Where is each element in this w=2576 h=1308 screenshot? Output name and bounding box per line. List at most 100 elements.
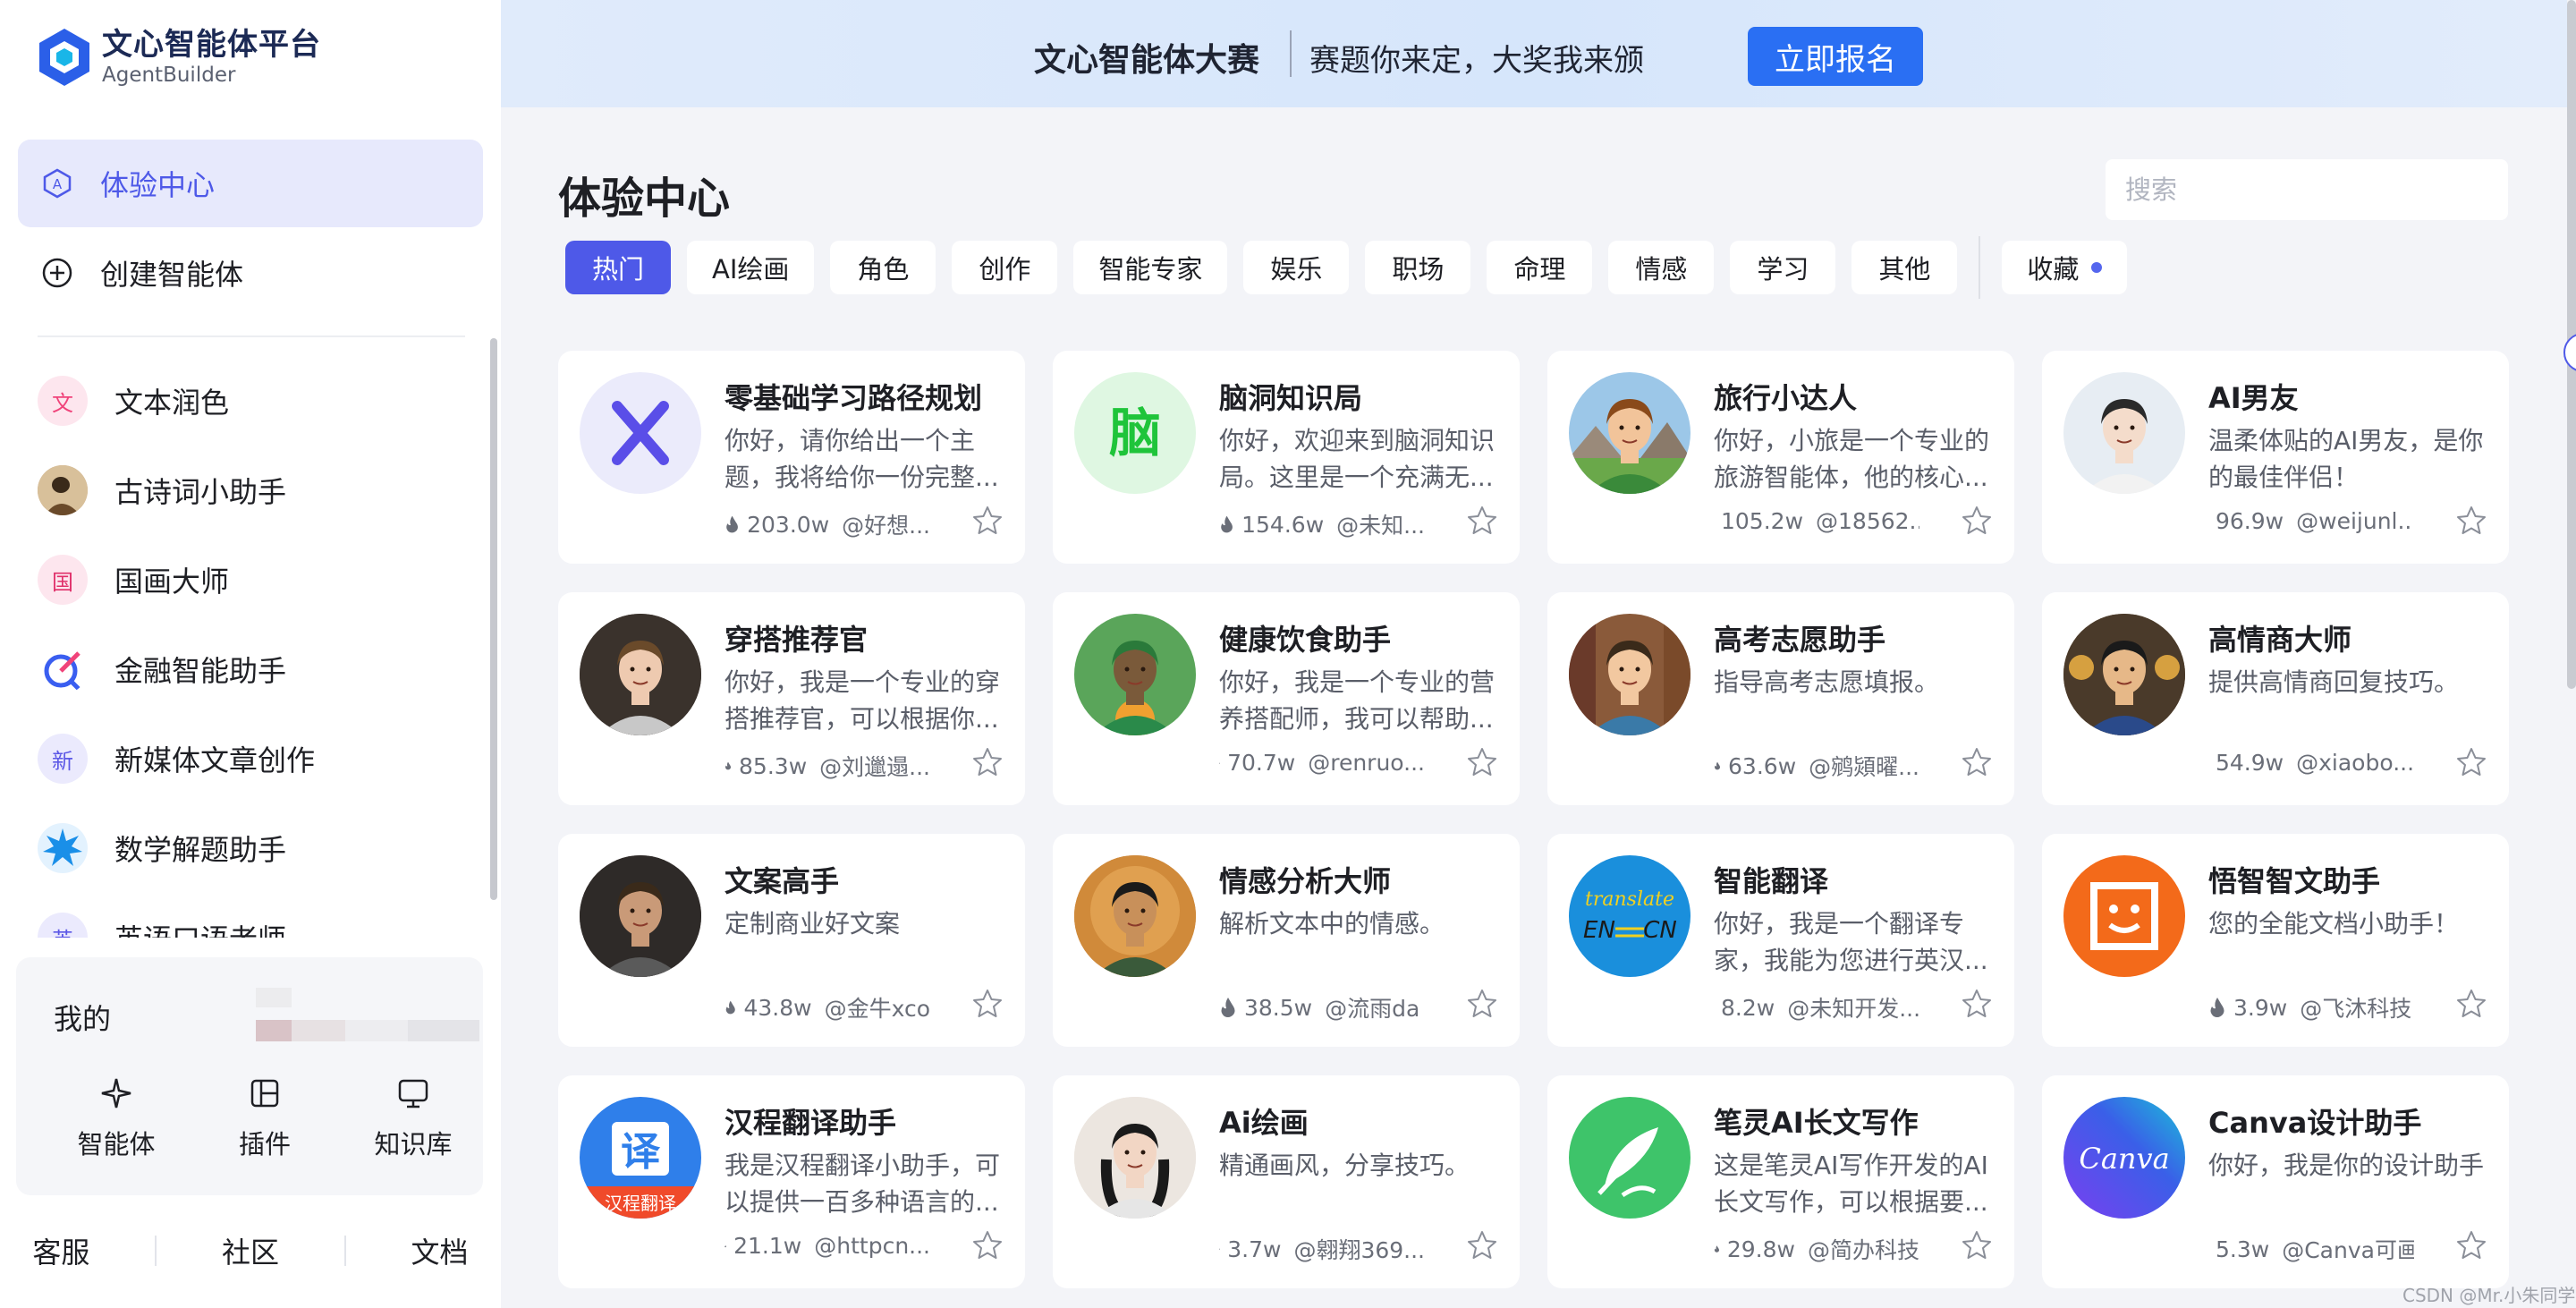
favorite-star-icon[interactable] — [971, 988, 1004, 1020]
agent-meta: 96.9w @weijunl... — [2208, 508, 2414, 534]
favorite-star-icon[interactable] — [2455, 505, 2487, 537]
tab-creation[interactable]: 创作 — [952, 241, 1058, 294]
favorite-star-icon[interactable] — [971, 505, 1004, 537]
agent-author: @流雨da — [1325, 996, 1420, 1022]
agent-meta: 38.5w @流雨da — [1219, 991, 1425, 1023]
svg-text:脑: 脑 — [1109, 403, 1161, 463]
agent-author: @未知开发... — [1787, 996, 1919, 1022]
mine-panel: 我的 智能体 插件 知识库 — [16, 957, 483, 1195]
agent-meta: 29.8w @简办科技 — [1714, 1233, 1919, 1265]
svg-text:汉程翻译: 汉程翻译 — [605, 1193, 676, 1214]
favorite-star-icon[interactable] — [2455, 988, 2487, 1020]
agent-title: AI男友 — [2208, 381, 2299, 415]
recent-agent-item[interactable]: 金融智能助手 — [0, 624, 490, 714]
favorite-star-icon[interactable] — [1466, 1229, 1498, 1261]
recent-agent-item[interactable]: 数学解题助手 — [0, 803, 490, 893]
favorite-star-icon[interactable] — [1961, 988, 1993, 1020]
recent-agent-label: 文本润色 — [114, 386, 230, 420]
promo-banner[interactable]: 文心智能体大赛 赛题你来定，大奖我来颁 立即报名 — [501, 0, 2567, 107]
fire-icon — [1715, 761, 1721, 770]
favorite-star-icon[interactable] — [1466, 988, 1498, 1020]
fire-icon — [726, 515, 738, 533]
footer-link-support[interactable]: 客服 — [32, 1230, 89, 1271]
favorite-star-icon[interactable] — [1466, 746, 1498, 778]
tab-expert[interactable]: 智能专家 — [1073, 241, 1228, 294]
agent-avatar — [1074, 855, 1196, 977]
agent-card[interactable]: 旅行小达人 你好，小旅是一个专业的旅游智能体，他的核心... 105.2w @1856… — [1547, 351, 2014, 564]
agent-card[interactable]: 零基础学习路径规划 你好，请你给出一个主题，我将给你一份完整... 203.0w @好… — [558, 351, 1025, 564]
agent-card[interactable]: 健康饮食助手 你好，我是一个专业的营养搭配师，我可以帮助... 70.7w @renr… — [1053, 592, 1520, 805]
agent-meta: 54.9w @xiaobo... — [2208, 750, 2414, 776]
recent-agent-item[interactable]: 新 新媒体文章创作 — [0, 714, 490, 803]
agent-title: 笔灵AI长文写作 — [1714, 1106, 1919, 1140]
agent-description: 这是笔灵AI写作开发的AI长文写作，可以根据要... — [1714, 1151, 1988, 1217]
favorite-star-icon[interactable] — [1961, 1229, 1993, 1261]
recent-agent-label: 新媒体文章创作 — [114, 743, 316, 777]
agent-meta: 43.8w @金牛xco — [724, 991, 930, 1023]
search-input[interactable] — [2106, 159, 2508, 220]
agent-avatar — [1074, 614, 1196, 735]
mine-tab-knowledge[interactable]: 知识库 — [351, 1075, 476, 1161]
agent-card[interactable]: 脑 脑洞知识局 你好，欢迎来到脑洞知识局。这里是一个充满无... 154.6w @未知.… — [1053, 351, 1520, 564]
recent-agent-item[interactable]: 国 国画大师 — [0, 535, 490, 624]
tab-entertainment[interactable]: 娱乐 — [1243, 241, 1350, 294]
favorite-star-icon[interactable] — [1466, 505, 1498, 537]
recent-agent-item[interactable]: 古诗词小助手 — [0, 446, 490, 535]
tab-hot[interactable]: 热门 — [565, 241, 671, 294]
agent-meta: 70.7w @renruo... — [1219, 750, 1425, 776]
agent-card[interactable]: 悟智智文助手 您的全能文档小助手！ 3.9w @飞沐科技 — [2042, 834, 2509, 1047]
favorite-star-icon[interactable] — [2455, 1229, 2487, 1261]
nav-create-label: 创建智能体 — [100, 258, 244, 292]
tab-favorites[interactable]: 收藏 — [2002, 241, 2128, 294]
agent-card[interactable]: Ai绘画 精通画风，分享技巧。 3.7w @翱翔369... — [1053, 1075, 1520, 1288]
mine-tab-plugins[interactable]: 插件 — [202, 1075, 327, 1161]
agent-card[interactable]: 高情商大师 提供高情商回复技巧。 54.9w @xiaobo... — [2042, 592, 2509, 805]
mine-tab-label: 智能体 — [77, 1129, 156, 1159]
agent-card[interactable]: 穿搭推荐官 你好，我是一个专业的穿搭推荐官，可以根据你... 85.3w @刘邋遢..… — [558, 592, 1025, 805]
fire-icon — [724, 1244, 726, 1247]
agent-card[interactable]: 文案高手 定制商业好文案 43.8w @金牛xco — [558, 834, 1025, 1047]
brand-logo[interactable]: 文心智能体平台 AgentBuilder — [38, 27, 321, 88]
favorite-star-icon[interactable] — [1961, 505, 1993, 537]
tab-emotion[interactable]: 情感 — [1608, 241, 1715, 294]
agent-card[interactable]: 笔灵AI长文写作这是笔灵AI写作开发的AI长文写作，可以根据要... 29.8w @… — [1547, 1075, 2014, 1288]
footer-link-community[interactable]: 社区 — [222, 1230, 279, 1271]
mine-tab-agents[interactable]: 智能体 — [54, 1075, 179, 1161]
cube-logo-icon — [39, 29, 89, 86]
favorite-star-icon[interactable] — [971, 746, 1004, 778]
tab-role[interactable]: 角色 — [830, 241, 936, 294]
nav-create-agent[interactable]: 创建智能体 — [18, 229, 483, 317]
agent-author: @18562... — [1816, 508, 1919, 534]
agent-card[interactable]: Canva Canva设计助手 你好，我是你的设计助手 5.3w @Canva可画 — [2042, 1075, 2509, 1288]
side-drawer-handle[interactable] — [2563, 333, 2576, 372]
agent-card[interactable]: 高考志愿助手 指导高考志愿填报。 63.6w @鹓熲曜... — [1547, 592, 2014, 805]
agent-views: 21.1w — [733, 1233, 802, 1259]
svg-text:A: A — [53, 176, 63, 192]
tab-workplace[interactable]: 职场 — [1365, 241, 1471, 294]
agent-card[interactable]: translate EN CN 智能翻译 你好，我是一个翻译专家，我能为您进行英汉...… — [1547, 834, 2014, 1047]
agent-card[interactable]: 译汉程翻译 汉程翻译助手 我是汉程翻译小助手，可以提供一百多种语言的... 21.1w… — [558, 1075, 1025, 1288]
recent-agent-item[interactable]: 文 文本润色 — [0, 356, 490, 446]
fire-icon — [1219, 1248, 1221, 1250]
tab-other[interactable]: 其他 — [1852, 241, 1958, 294]
english-teacher-icon: 英 — [38, 913, 88, 938]
agent-author: @刘邋遢... — [819, 754, 930, 780]
favorite-star-icon[interactable] — [2455, 746, 2487, 778]
footer-separator — [343, 1236, 346, 1266]
favorite-star-icon[interactable] — [1961, 746, 1993, 778]
agent-card[interactable]: AI男友 温柔体贴的AI男友，是你的最佳伴侣！ 96.9w @weijunl... — [2042, 351, 2509, 564]
recent-agents-list: 文 文本润色 古诗词小助手 国 国画大师 金融智能助手 新 新媒体文章创作 数学… — [0, 356, 490, 938]
recent-agent-item[interactable]: 英 英语口语老师 — [0, 893, 490, 938]
footer-link-docs[interactable]: 文档 — [411, 1230, 469, 1271]
sidebar-scrollbar[interactable] — [490, 338, 497, 900]
tab-fortune[interactable]: 命理 — [1487, 241, 1593, 294]
tab-ai-painting[interactable]: AI绘画 — [687, 241, 815, 294]
favorite-star-icon[interactable] — [971, 1229, 1004, 1261]
recent-agent-label: 国画大师 — [114, 565, 230, 599]
agent-card[interactable]: 情感分析大师 解析文本中的情感。 38.5w @流雨da — [1053, 834, 1520, 1047]
agent-title: 高考志愿助手 — [1714, 623, 1886, 657]
agent-avatar — [2063, 855, 2185, 977]
tab-study[interactable]: 学习 — [1730, 241, 1836, 294]
nav-experience-center[interactable]: A 体验中心 — [18, 140, 483, 227]
register-button[interactable]: 立即报名 — [1748, 27, 1923, 86]
